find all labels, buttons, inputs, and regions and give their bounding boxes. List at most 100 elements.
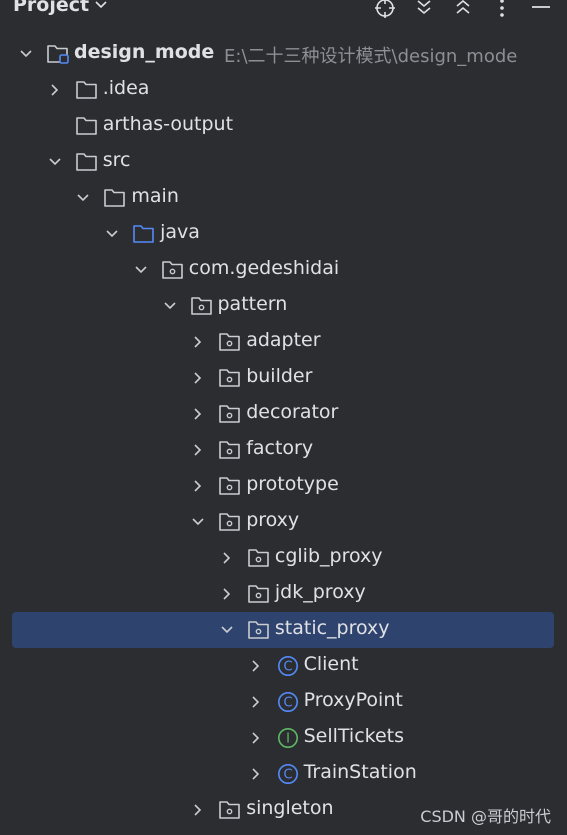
chevron-right-icon[interactable] — [248, 766, 264, 782]
tree-item-label: TrainStation — [303, 761, 417, 783]
chevron-down-icon[interactable] — [190, 514, 206, 530]
tree-item-label: cglib_proxy — [274, 545, 383, 567]
package-icon — [247, 547, 271, 569]
folder-icon — [75, 151, 99, 173]
locate-icon[interactable] — [374, 0, 396, 19]
package-icon — [247, 619, 271, 641]
chevron-down-icon[interactable] — [162, 298, 178, 314]
chevron-down-icon[interactable] — [133, 262, 149, 278]
class-icon: C — [276, 655, 300, 677]
tree-row[interactable]: C ProxyPoint — [0, 684, 567, 720]
package-icon — [218, 439, 242, 461]
tree-row[interactable]: C TrainStation — [0, 756, 567, 792]
package-icon — [247, 583, 271, 605]
tree-item-label: singleton — [246, 797, 334, 819]
tree-item-label: arthas-output — [102, 113, 234, 135]
tree-item-label: main — [131, 185, 179, 207]
tree-row[interactable]: pattern — [0, 288, 567, 324]
tree-row[interactable]: jdk_proxy — [0, 576, 567, 612]
chevron-right-icon[interactable] — [248, 694, 264, 710]
chevron-right-icon[interactable] — [219, 586, 235, 602]
chevron-down-icon[interactable] — [219, 622, 235, 638]
chevron-right-icon[interactable] — [248, 730, 264, 746]
chevron-right-icon[interactable] — [47, 82, 63, 98]
class-icon: C — [276, 763, 300, 785]
svg-text:C: C — [283, 696, 292, 711]
tree-item-label: src — [102, 149, 131, 171]
tree-row[interactable]: com.gedeshidai — [0, 252, 567, 288]
chevron-right-icon[interactable] — [248, 658, 264, 674]
watermark: CSDN @哥的时代 — [420, 807, 551, 826]
package-icon — [218, 403, 242, 425]
tree-row[interactable]: main — [0, 180, 567, 216]
tree-item-label: com.gedeshidai — [188, 257, 340, 279]
chevron-right-icon[interactable] — [190, 478, 206, 494]
folder-icon — [75, 79, 99, 101]
module-path: E:\二十三种设计模式\design_mode — [224, 46, 518, 67]
tree-item-label: ProxyPoint — [303, 689, 403, 711]
chevron-right-icon[interactable] — [190, 334, 206, 350]
tree-item-label: pattern — [217, 293, 288, 315]
tree-row[interactable]: design_mode E:\二十三种设计模式\design_mode — [0, 36, 567, 72]
tree-item-label: factory — [246, 437, 314, 459]
tree-row[interactable]: C Client — [0, 648, 567, 684]
tree-row[interactable]: prototype — [0, 468, 567, 504]
tree-row[interactable]: arthas-output — [0, 108, 567, 144]
package-icon — [218, 367, 242, 389]
tree-row[interactable]: .idea — [0, 72, 567, 108]
class-icon: C — [276, 691, 300, 713]
project-panel-header: Project — [0, 0, 567, 24]
chevron-right-icon[interactable] — [219, 550, 235, 566]
collapse-all-icon[interactable] — [452, 0, 474, 19]
package-icon — [218, 475, 242, 497]
tree-item-label: Client — [303, 653, 359, 675]
folder-icon — [103, 187, 127, 209]
package-icon — [190, 295, 214, 317]
tree-row[interactable]: java — [0, 216, 567, 252]
tree-row[interactable]: static_proxy — [0, 612, 567, 648]
panel-title[interactable]: Project — [13, 0, 89, 16]
tree-item-label: adapter — [246, 329, 321, 351]
package-icon — [218, 511, 242, 533]
chevron-right-icon[interactable] — [190, 442, 206, 458]
tree-row[interactable]: builder — [0, 360, 567, 396]
tree-item-label: jdk_proxy — [274, 581, 366, 603]
package-icon — [161, 259, 185, 281]
tree-item-label: SellTickets — [303, 725, 405, 747]
module-folder-icon — [46, 43, 70, 65]
package-icon — [218, 331, 242, 353]
chevron-right-icon[interactable] — [190, 370, 206, 386]
chevron-down-icon[interactable] — [75, 190, 91, 206]
more-icon[interactable] — [491, 0, 513, 19]
chevron-down-icon[interactable] — [94, 0, 108, 12]
chevron-down-icon[interactable] — [18, 46, 34, 62]
tree-row[interactable]: factory — [0, 432, 567, 468]
tree-item-label: builder — [246, 365, 313, 387]
expand-all-icon[interactable] — [413, 0, 435, 19]
package-icon — [218, 799, 242, 821]
folder-icon — [75, 115, 99, 137]
source-folder-icon — [132, 223, 156, 245]
svg-text:I: I — [286, 732, 290, 747]
tree-item-label: .idea — [102, 77, 150, 99]
tree-row[interactable]: I SellTickets — [0, 720, 567, 756]
tree-row[interactable]: proxy — [0, 504, 567, 540]
tree-item-label: static_proxy — [274, 617, 390, 639]
tree-item-label: design_mode — [74, 41, 215, 63]
interface-icon: I — [276, 727, 300, 749]
tree-row[interactable]: cglib_proxy — [0, 540, 567, 576]
chevron-down-icon[interactable] — [104, 226, 120, 242]
tree-item-label: java — [160, 221, 200, 243]
svg-text:C: C — [283, 768, 292, 783]
minimize-icon[interactable] — [530, 0, 552, 19]
tree-row[interactable]: src — [0, 144, 567, 180]
tree-item-label: decorator — [246, 401, 339, 423]
tree-row[interactable]: adapter — [0, 324, 567, 360]
tree-row[interactable]: decorator — [0, 396, 567, 432]
chevron-down-icon[interactable] — [47, 154, 63, 170]
tree-item-label: proxy — [246, 509, 300, 531]
chevron-right-icon[interactable] — [190, 802, 206, 818]
svg-text:C: C — [283, 660, 292, 675]
chevron-right-icon[interactable] — [190, 406, 206, 422]
tree-item-label: prototype — [246, 473, 339, 495]
